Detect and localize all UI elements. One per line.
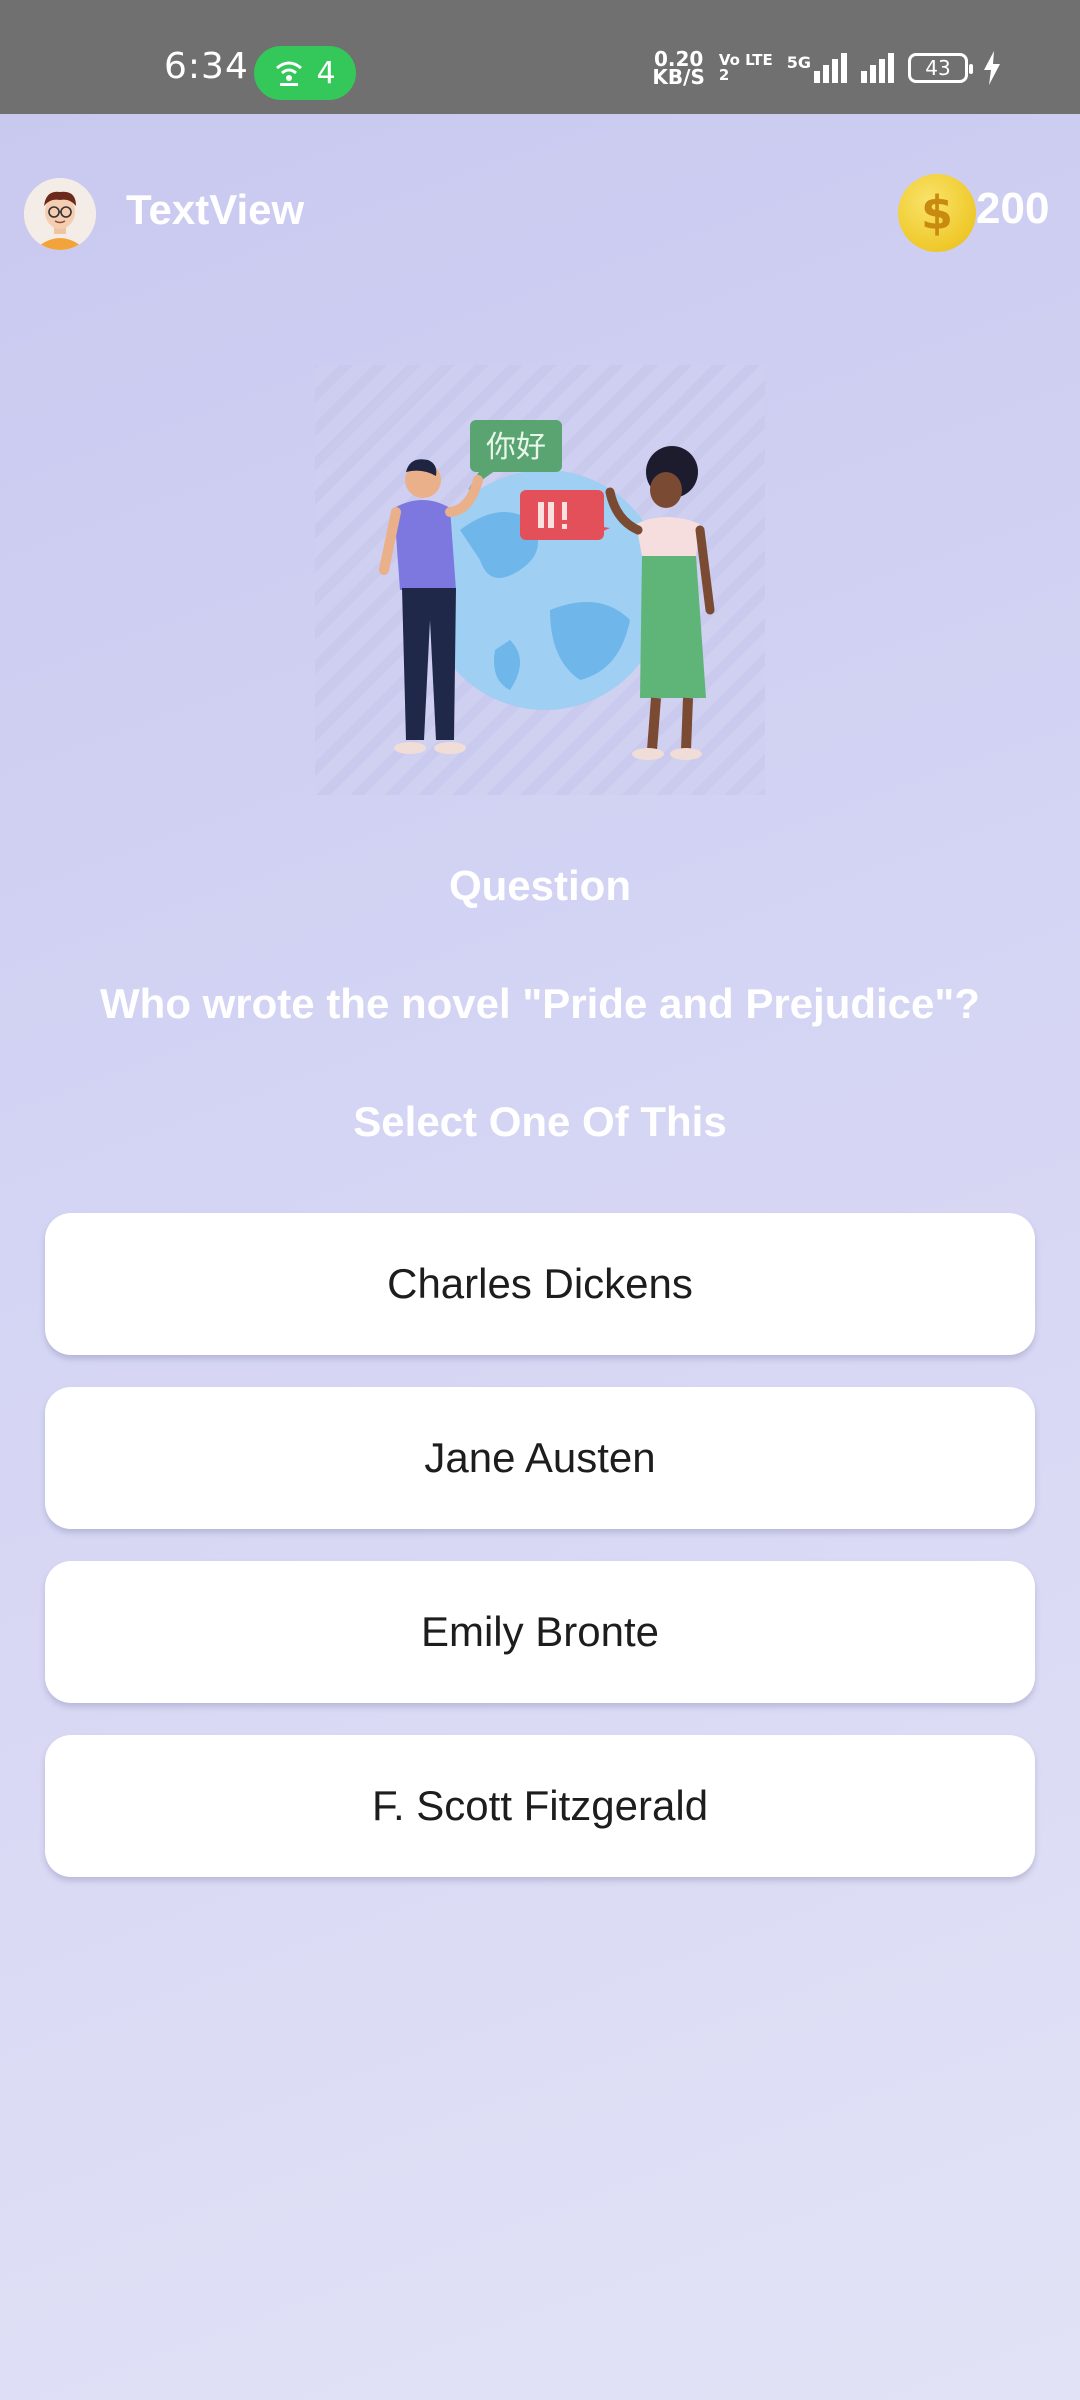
answer-option-label: F. Scott Fitzgerald: [371, 1782, 709, 1829]
status-bar: 6:34 4 0.20 KB/S Vo LTE 2 5G 43: [0, 0, 1080, 114]
network-speed: 0.20 KB/S: [652, 47, 705, 89]
coin-icon: $: [898, 174, 976, 252]
hotspot-icon: [276, 61, 303, 86]
signal-5g-icon: 5G: [787, 53, 847, 83]
coin-balance: 200: [976, 184, 1050, 233]
answer-option-2[interactable]: Jane Austen: [45, 1387, 1035, 1529]
user-avatar-icon: [24, 178, 96, 250]
answer-option-3[interactable]: Emily Bronte: [45, 1561, 1035, 1703]
answer-option-label: Charles Dickens: [387, 1260, 693, 1307]
app-header: TextView $ 200: [0, 170, 1080, 254]
select-hint: Select One Of This: [353, 1098, 727, 1145]
avatar[interactable]: [24, 178, 96, 250]
hotspot-count: 4: [316, 55, 336, 91]
answer-option-label: Jane Austen: [424, 1434, 656, 1481]
hotspot-indicator[interactable]: 4: [254, 46, 356, 100]
answer-option-label: Emily Bronte: [420, 1608, 660, 1655]
answer-options: Charles Dickens Jane Austen Emily Bronte…: [45, 1213, 1035, 1909]
status-icons: 0.20 KB/S Vo LTE 2 5G 43: [652, 47, 1002, 89]
answer-option-1[interactable]: Charles Dickens: [45, 1213, 1035, 1355]
dollar-sign: $: [920, 186, 953, 240]
status-time: 6:34: [164, 46, 249, 87]
quiz-illustration: 你好: [310, 360, 770, 800]
signal-icon: [861, 53, 894, 83]
battery-icon: 43: [908, 53, 973, 83]
answer-option-4[interactable]: F. Scott Fitzgerald: [45, 1735, 1035, 1877]
question-text: Who wrote the novel "Pride and Prejudice…: [100, 980, 980, 1027]
volte-indicator: Vo LTE 2: [718, 51, 773, 84]
question-label: Question: [448, 862, 631, 909]
charging-icon: [984, 51, 1000, 85]
people-talking-globe-illustration: 你好: [315, 365, 765, 795]
page-title: TextView: [126, 186, 305, 233]
speech-bubble-text: 你好: [486, 430, 546, 465]
